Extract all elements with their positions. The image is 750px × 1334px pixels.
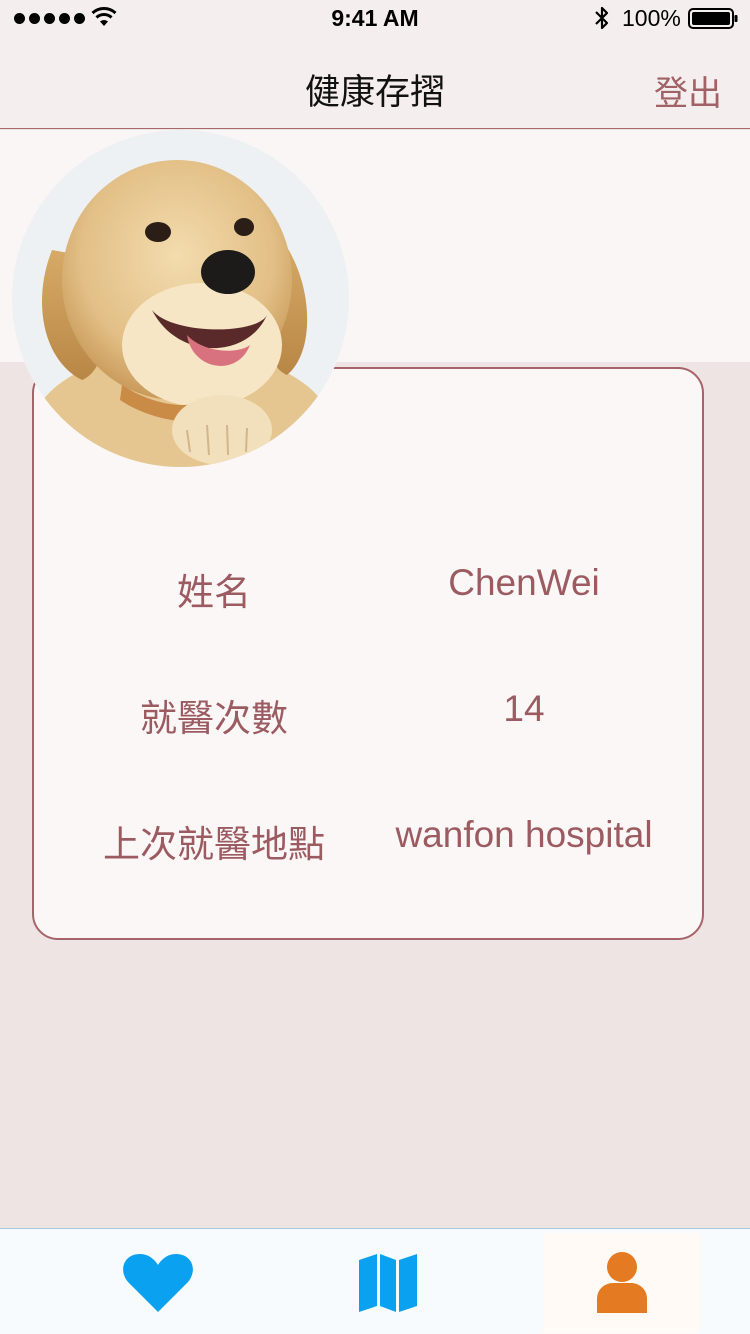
status-bar: 9:41 AM 100% [0,0,750,40]
person-icon [596,1252,647,1313]
tab-bar [0,1228,750,1334]
dog-photo [12,130,349,467]
tab-map[interactable] [350,1233,425,1333]
battery-percent: 100% [622,5,681,31]
logout-button[interactable]: 登出 [654,66,722,115]
avatar[interactable] [12,130,349,467]
battery-icon [688,8,738,29]
name-label: 姓名 [177,571,251,614]
map-icon [358,1254,417,1312]
name-value: ChenWei [448,562,600,603]
heart-icon [123,1254,193,1312]
nav-bar: 健康存摺 登出 [0,40,750,129]
page-title: 健康存摺 [304,73,445,113]
bluetooth-icon [595,6,609,30]
tab-health[interactable] [118,1233,198,1333]
visit-count-value: 14 [503,688,545,729]
last-visit-location-label: 上次就醫地點 [103,823,325,866]
last-visit-location-value: wanfon hospital [395,814,653,855]
visit-count-label: 就醫次數 [140,697,288,740]
tab-profile[interactable] [543,1233,700,1333]
